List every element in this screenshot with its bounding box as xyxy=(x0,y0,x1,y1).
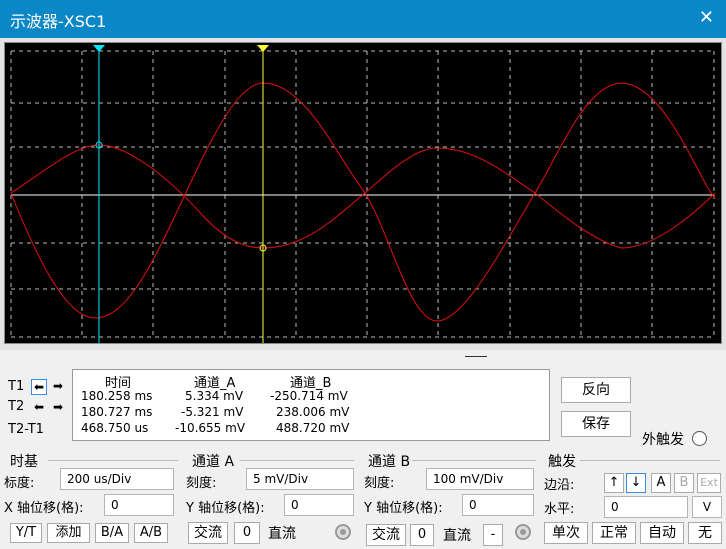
r3-ch-a: -10.655 mV xyxy=(175,421,246,435)
trigger-divider xyxy=(580,460,720,461)
channel-a-ypos-label: Y 轴位移(格): xyxy=(186,501,265,516)
timebase-scale-label: 标度: xyxy=(4,476,35,491)
ext-trigger-label: 外触发 xyxy=(642,432,684,448)
scope-svg xyxy=(10,45,716,343)
channel-b-ypos-field[interactable]: 0 xyxy=(462,494,534,516)
close-icon[interactable]: ✕ xyxy=(699,7,714,28)
timebase-xpos-label: X 轴位移(格): xyxy=(4,501,84,516)
channel-a-trace xyxy=(10,144,716,249)
channel-a-dc-label[interactable]: 直流 xyxy=(268,523,296,543)
trigger-edge-label: 边沿: xyxy=(544,478,575,493)
trigger-title: 触发 xyxy=(548,454,576,470)
channel-a-divider xyxy=(240,460,354,461)
add-button[interactable]: 添加 xyxy=(47,523,90,543)
channel-a-scale-label: 刻度: xyxy=(186,476,217,491)
timebase-title: 时基 xyxy=(10,454,38,470)
channel-a-ypos-field[interactable]: 0 xyxy=(284,494,354,516)
scope-frame xyxy=(0,38,726,350)
r3-ch-b: 488.720 mV xyxy=(276,421,350,435)
channel-b-minus-button[interactable]: - xyxy=(483,524,503,546)
t2-label: T2 xyxy=(8,399,25,414)
channel-b-ypos-label: Y 轴位移(格): xyxy=(364,501,443,516)
readout-table: 时间 通道_A 通道_B 180.258 ms 5.334 mV -250.71… xyxy=(72,369,550,441)
r3-time: 468.750 us xyxy=(81,421,149,435)
channel-b-dc-label[interactable]: 直流 xyxy=(443,525,471,545)
channel-b-scale-label: 刻度: xyxy=(364,476,395,491)
trigger-fall-edge-icon[interactable]: ↓ xyxy=(626,473,646,493)
channel-a-title: 通道 A xyxy=(192,454,235,470)
t2-left-arrow-icon[interactable]: ⬅ xyxy=(31,400,47,416)
yt-button[interactable]: Y/T xyxy=(10,523,42,543)
r2-ch-b: 238.006 mV xyxy=(276,405,350,419)
title-bar: 示波器-XSC1 ✕ xyxy=(0,0,726,38)
trigger-auto-button[interactable]: 自动 xyxy=(640,522,684,544)
trigger-none-button[interactable]: 无 xyxy=(688,522,722,544)
trigger-level-field[interactable]: 0 xyxy=(604,496,688,518)
channel-a-zero-button[interactable]: 0 xyxy=(234,522,260,544)
trigger-source-a-button[interactable]: A xyxy=(651,473,671,493)
trigger-source-b-button[interactable]: B xyxy=(674,473,694,493)
t2-right-arrow-icon[interactable]: ➡ xyxy=(50,400,66,416)
channel-a-scale-field[interactable]: 5 mV/Div xyxy=(246,468,354,490)
trigger-single-button[interactable]: 单次 xyxy=(544,522,588,544)
t1-left-arrow-icon[interactable]: ⬅ xyxy=(31,379,47,395)
channel-b-zero-button[interactable]: 0 xyxy=(410,524,434,546)
channel-b-divider xyxy=(412,460,536,461)
ab-button[interactable]: A/B xyxy=(134,523,168,543)
trigger-rise-edge-icon[interactable]: ↑ xyxy=(604,473,624,493)
t1-right-arrow-icon[interactable]: ➡ xyxy=(50,379,66,395)
channel-a-color-icon[interactable] xyxy=(335,524,351,540)
trigger-normal-button[interactable]: 正常 xyxy=(592,522,636,544)
ba-button[interactable]: B/A xyxy=(95,523,129,543)
channel-b-ac-button[interactable]: 交流 xyxy=(366,524,406,546)
r1-ch-b: -250.714 mV xyxy=(270,389,348,403)
trigger-level-label: 水平: xyxy=(544,502,575,517)
r2-time: 180.727 ms xyxy=(81,405,153,419)
trigger-level-unit[interactable]: V xyxy=(692,496,722,518)
diff-label: T2-T1 xyxy=(8,422,44,437)
r2-ch-a: -5.321 mV xyxy=(181,405,244,419)
r1-ch-a: 5.334 mV xyxy=(185,389,244,403)
channel-b-title: 通道 B xyxy=(368,454,411,470)
timebase-xpos-field[interactable]: 0 xyxy=(104,494,174,516)
splitter-handle[interactable] xyxy=(465,356,487,357)
timebase-scale-field[interactable]: 200 us/Div xyxy=(60,468,174,490)
channel-b-scale-field[interactable]: 100 mV/Div xyxy=(426,468,534,490)
graticule xyxy=(10,50,715,338)
reverse-button[interactable]: 反向 xyxy=(561,377,631,403)
channel-a-ac-button[interactable]: 交流 xyxy=(188,522,228,544)
ext-trigger-radio[interactable] xyxy=(692,431,707,446)
window-title: 示波器-XSC1 xyxy=(10,12,107,31)
t1-label: T1 xyxy=(8,379,25,394)
r1-time: 180.258 ms xyxy=(81,389,153,403)
scope-screen xyxy=(4,42,722,344)
save-button[interactable]: 保存 xyxy=(561,411,631,437)
channel-b-trace xyxy=(10,82,716,322)
trigger-source-ext-button[interactable]: Ext xyxy=(697,473,721,493)
timebase-divider xyxy=(48,460,178,461)
channel-b-color-icon[interactable] xyxy=(515,524,531,540)
